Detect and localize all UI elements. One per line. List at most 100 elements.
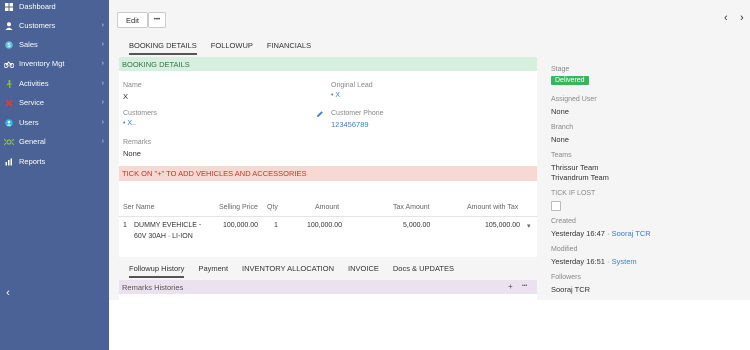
created-by-link[interactable]: · Sooraj TCR <box>607 229 651 238</box>
svg-text:$: $ <box>7 42 11 49</box>
sidebar-item-label: Service <box>19 98 45 107</box>
sidebar-item-customers[interactable]: Customers › <box>0 16 109 35</box>
stage-label: Stage <box>551 66 570 73</box>
sidebar-item-dashboard[interactable]: Dashboard <box>0 0 109 16</box>
col-amount: Amount <box>315 204 340 211</box>
name-value: X <box>123 92 129 101</box>
customer-phone-value[interactable]: 123456789 <box>331 120 369 129</box>
original-lead-label: Original Lead <box>331 82 373 89</box>
user-icon <box>4 118 14 128</box>
tab-followup-history[interactable]: Followup History <box>129 264 185 278</box>
pencil-icon[interactable] <box>316 110 324 120</box>
tab-booking-details[interactable]: BOOKING DETAILS <box>129 41 197 55</box>
followers-label: Followers <box>551 274 581 281</box>
modified-time: Yesterday 16:51 <box>551 257 605 266</box>
page-blank-area <box>109 300 750 350</box>
sidebar-item-service[interactable]: Service › <box>0 93 109 112</box>
chart-icon <box>4 157 14 167</box>
team-link[interactable]: Trivandrum Team <box>551 173 609 182</box>
col-ser-name: Ser Name <box>123 204 155 211</box>
vehicles-header[interactable]: TICK ON "+" TO ADD VEHICLES AND ACCESSOR… <box>119 166 537 181</box>
record-tabs: BOOKING DETAILS FOLLOWUP FINANCIALS <box>129 41 325 55</box>
tab-inventory-allocation[interactable]: INVENTORY ALLOCATION <box>242 264 334 278</box>
col-tax-amount: Tax Amount <box>393 204 430 211</box>
remarks-label: Remarks <box>123 139 152 146</box>
customers-label: Customers <box>123 110 157 117</box>
tab-docs-updates[interactable]: Docs & UPDATES <box>393 264 454 278</box>
sidebar-item-label: Sales <box>19 40 38 49</box>
gear-icon <box>4 137 14 147</box>
tab-invoice[interactable]: INVOICE <box>348 264 379 278</box>
sidebar-item-general[interactable]: General › <box>0 132 109 151</box>
branch-label: Branch <box>551 124 574 131</box>
sidebar-item-label: Users <box>19 118 39 127</box>
original-lead-value[interactable]: • X <box>331 92 340 99</box>
booking-details-header: BOOKING DETAILS <box>119 57 537 71</box>
created-value: Yesterday 16:47 · Sooraj TCR <box>551 229 651 238</box>
amount-cell: 100,000.00 <box>307 222 343 229</box>
collapse-sidebar-icon[interactable]: ‹ <box>3 287 13 299</box>
add-icon[interactable]: + <box>508 282 513 291</box>
tab-financials[interactable]: FINANCIALS <box>267 41 311 55</box>
created-time: Yesterday 16:47 <box>551 229 605 238</box>
selling-price-cell: 100,000.00 <box>223 222 259 229</box>
branch-value: None <box>551 135 569 144</box>
sidebar-item-inventory[interactable]: Inventory Mgt › <box>0 54 109 73</box>
sidebar-item-label: Dashboard <box>19 2 56 11</box>
assigned-user-value: None <box>551 107 569 116</box>
tab-followup[interactable]: FOLLOWUP <box>211 41 253 55</box>
col-amount-with-tax: Amount with Tax <box>467 204 519 211</box>
chevron-right-icon: › <box>101 22 104 29</box>
table-divider <box>119 216 537 217</box>
chevron-right-icon: › <box>101 138 104 145</box>
amount-with-tax-cell: 105,000.00 <box>485 222 521 229</box>
next-record-icon[interactable]: › <box>740 12 744 24</box>
chevron-right-icon: › <box>101 80 104 87</box>
customer-phone-label: Customer Phone <box>331 110 384 117</box>
edit-button[interactable]: Edit <box>117 12 148 28</box>
name-label: Name <box>123 82 142 89</box>
detail-tabs: Followup History Payment INVENTORY ALLOC… <box>129 264 468 278</box>
created-label: Created <box>551 218 576 225</box>
tab-payment[interactable]: Payment <box>198 264 228 278</box>
sidebar-item-label: Customers <box>19 21 56 30</box>
tax-amount-cell: 5,000.00 <box>403 222 431 229</box>
sidebar-item-reports[interactable]: Reports <box>0 152 109 171</box>
sidebar: Dashboard Customers › $ Sales › Inventor… <box>0 0 109 350</box>
sales-icon: $ <box>4 40 14 50</box>
follower-link[interactable]: Sooraj TCR <box>551 285 590 294</box>
side-panel: Stage Delivered Assigned User None Branc… <box>537 57 750 300</box>
customers-value[interactable]: • X.. <box>123 120 136 127</box>
more-actions-button[interactable]: ••• <box>148 12 166 28</box>
status-badge: Delivered <box>551 76 589 85</box>
teams-label: Teams <box>551 152 572 159</box>
main-content: Edit ••• ‹ › BOOKING DETAILS FOLLOWUP FI… <box>109 0 750 300</box>
col-selling-price: Selling Price <box>219 204 258 211</box>
vehicle-name-link[interactable]: DUMMY EVEHICLE - <box>134 222 201 229</box>
chevron-right-icon: › <box>101 41 104 48</box>
grid-icon <box>4 2 14 12</box>
row-menu-icon[interactable]: ▾ <box>527 222 531 230</box>
sidebar-item-label: Inventory Mgt <box>19 59 65 68</box>
sidebar-item-users[interactable]: Users › <box>0 113 109 132</box>
col-qty: Qty <box>267 204 278 211</box>
bike-icon <box>4 59 14 69</box>
chevron-right-icon: › <box>101 99 104 106</box>
chevron-right-icon: › <box>101 119 104 126</box>
modified-by-link[interactable]: · System <box>607 257 637 266</box>
person-icon <box>4 21 14 31</box>
prev-record-icon[interactable]: ‹ <box>724 12 728 24</box>
lost-checkbox[interactable] <box>551 201 561 211</box>
row-number: 1 <box>123 222 127 229</box>
team-link[interactable]: Thrissur Team <box>551 163 598 172</box>
sidebar-item-label: Reports <box>19 157 46 166</box>
sidebar-item-activities[interactable]: Activities › <box>0 74 109 93</box>
assigned-user-label: Assigned User <box>551 96 597 103</box>
more-icon[interactable]: ••• <box>522 283 527 289</box>
sidebar-item-sales[interactable]: $ Sales › <box>0 35 109 54</box>
modified-label: Modified <box>551 246 578 253</box>
chevron-right-icon: › <box>101 60 104 67</box>
vehicle-name-link-line2[interactable]: 60V 30AH · LI-ION <box>134 233 193 240</box>
remarks-histories-title: Remarks Histories <box>122 282 184 292</box>
sidebar-item-label: Activities <box>19 79 49 88</box>
